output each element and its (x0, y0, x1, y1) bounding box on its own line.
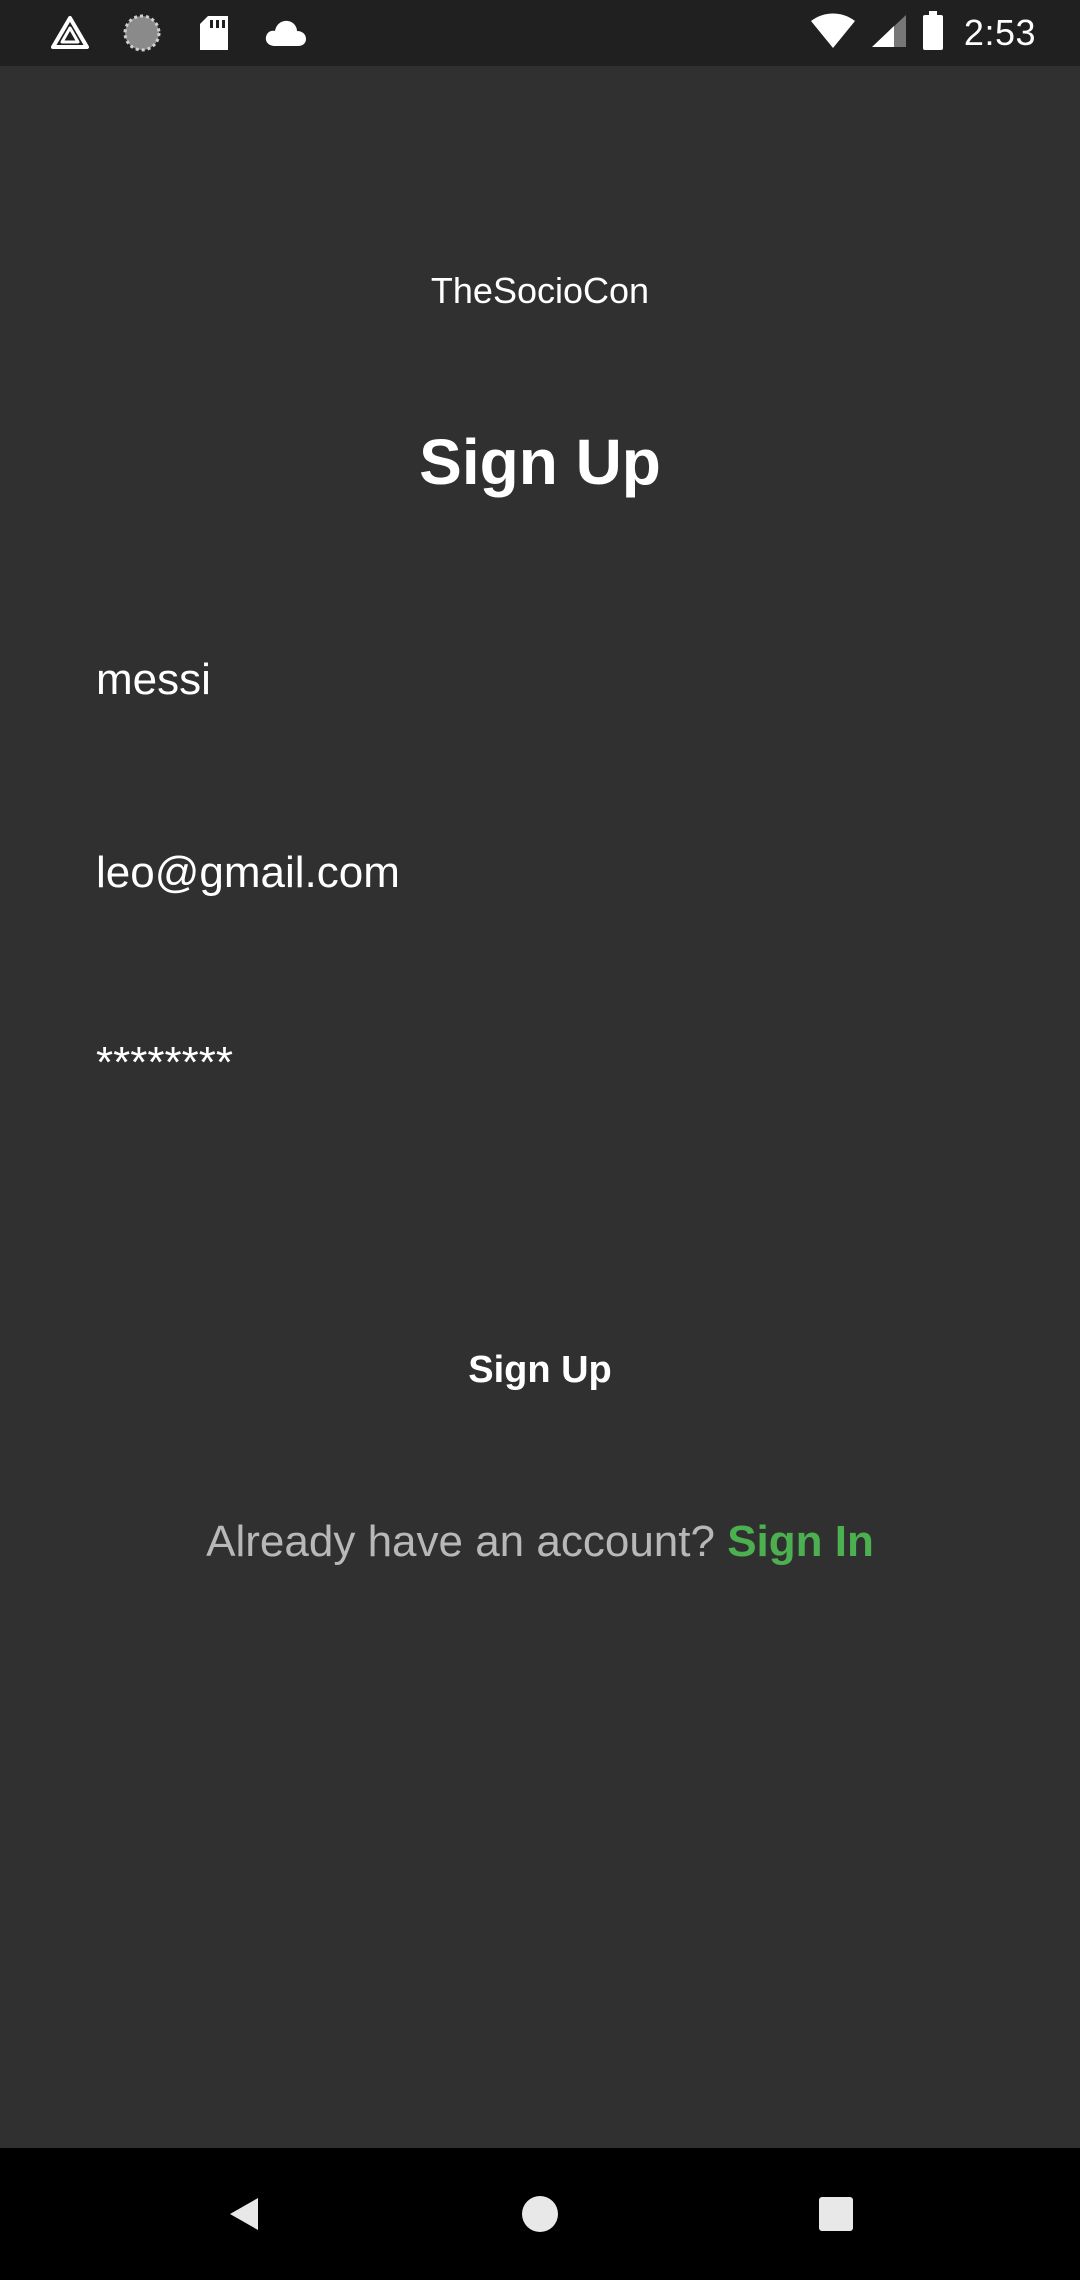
triangle-app-icon (48, 13, 92, 53)
sync-spinner-icon (120, 13, 164, 53)
status-time: 2:53 (963, 12, 1036, 53)
sign-in-prompt-row: Already have an account? Sign In (0, 1512, 1080, 1572)
cloud-icon (264, 13, 308, 53)
email-field[interactable] (96, 833, 984, 913)
system-indicators: 2:53 (810, 10, 1036, 56)
signup-screen: 2:53 TheSocioCon Sign Up Sign Up Already… (0, 0, 1080, 2280)
battery-icon (922, 10, 944, 56)
sign-in-link[interactable]: Sign In (727, 1517, 874, 1566)
sd-card-icon (192, 13, 236, 53)
status-bar: 2:53 (0, 0, 1080, 66)
password-field[interactable] (96, 1023, 984, 1103)
page-title: Sign Up (419, 426, 661, 498)
recents-icon[interactable] (806, 2184, 866, 2244)
wifi-icon (810, 13, 856, 54)
sign-in-prompt-text: Already have an account? (206, 1517, 715, 1566)
sign-up-button[interactable]: Sign Up (340, 1320, 740, 1420)
back-icon[interactable] (214, 2184, 274, 2244)
username-field[interactable] (96, 640, 984, 720)
notification-icons (48, 13, 308, 53)
app-name: TheSocioCon (430, 270, 650, 311)
cell-signal-icon (870, 13, 908, 54)
navigation-bar (0, 2148, 1080, 2280)
home-icon[interactable] (510, 2184, 570, 2244)
